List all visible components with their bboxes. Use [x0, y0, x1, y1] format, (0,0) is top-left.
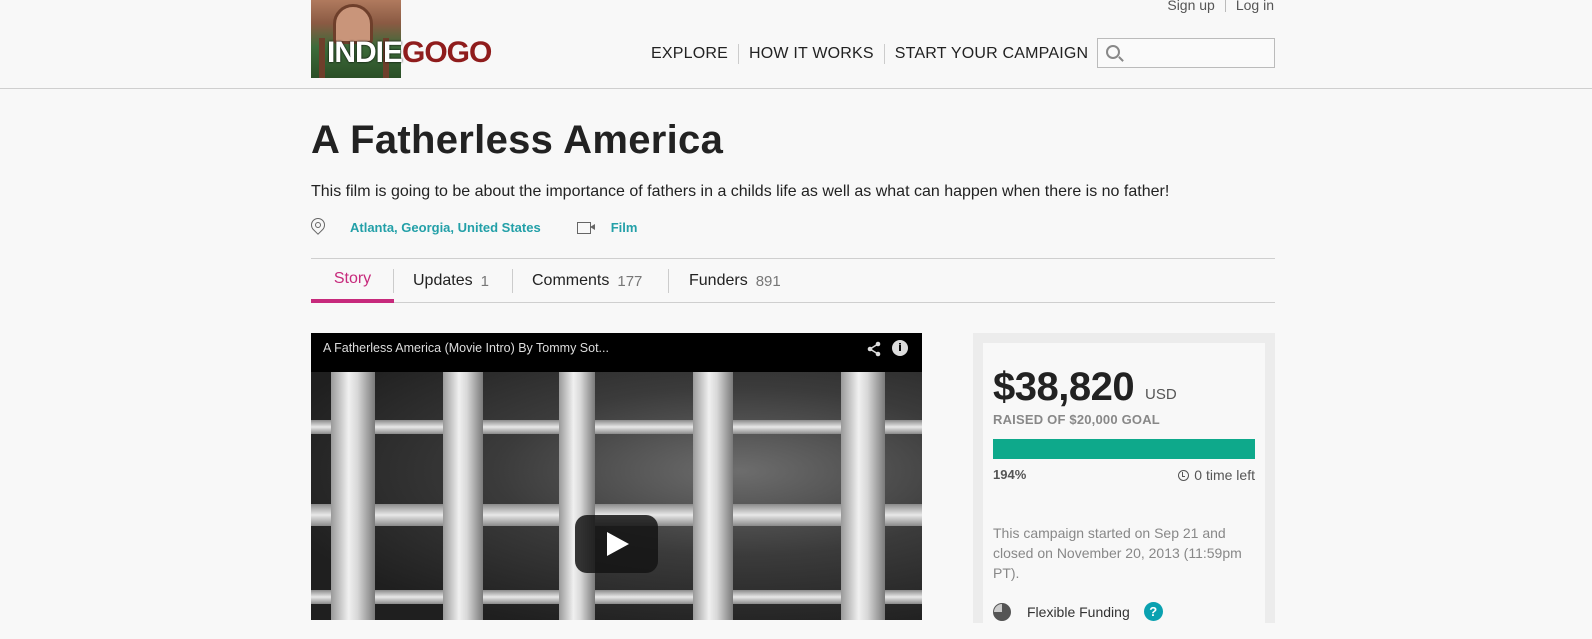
funding-card: $38,820 USD RAISED OF $20,000 GOAL 194% … [983, 343, 1265, 623]
logo-wordmark-part2: GOGO [402, 36, 492, 69]
nav-how-it-works[interactable]: HOW IT WORKS [749, 45, 874, 63]
tab-story[interactable]: Story [311, 259, 394, 303]
progress-bar [993, 439, 1255, 459]
divider [738, 44, 739, 64]
site-header: INDIEGOGO Sign up Log in EXPLORE HOW IT … [0, 0, 1592, 89]
signup-link[interactable]: Sign up [1167, 0, 1214, 13]
time-left-label: 0 time left [1194, 467, 1255, 483]
tab-funders[interactable]: Funders 891 [689, 259, 781, 303]
video-bar-graphic [841, 372, 885, 620]
video-bar-graphic [559, 372, 595, 620]
divider [393, 269, 394, 293]
help-icon[interactable]: ? [1143, 602, 1163, 621]
tab-count: 177 [617, 272, 643, 290]
campaign-tagline: This film is going to be about the impor… [311, 183, 1170, 200]
divider [668, 269, 669, 293]
video-player[interactable]: A Fatherless America (Movie Intro) By To… [311, 333, 922, 620]
divider [1224, 0, 1226, 12]
divider [512, 269, 513, 293]
divider [883, 44, 885, 64]
search-input[interactable] [1126, 42, 1266, 64]
logo-wordmark[interactable]: INDIEGOGO [327, 36, 492, 70]
tab-label: Comments [532, 272, 610, 289]
percent-funded: 194% [993, 467, 1027, 482]
video-camera-icon [576, 221, 595, 234]
location-pin-icon [311, 218, 325, 236]
search-icon[interactable] [1106, 45, 1120, 59]
logo-wordmark-part1: INDIE [327, 36, 403, 69]
tab-label: Funders [689, 272, 748, 289]
tab-label: Story [333, 270, 372, 287]
funding-panel: $38,820 USD RAISED OF $20,000 GOAL 194% … [973, 333, 1275, 623]
share-icon[interactable] [866, 341, 882, 357]
video-bar-graphic [443, 372, 483, 620]
time-left: 0 time left [1178, 467, 1255, 483]
pie-chart-icon [993, 602, 1011, 621]
tab-count: 891 [755, 272, 781, 290]
goal-text: RAISED OF $20,000 GOAL [993, 412, 1160, 427]
campaign-tabs: Story Updates 1 Comments 177 Funders 891 [311, 258, 1275, 303]
login-link[interactable]: Log in [1236, 0, 1274, 13]
video-bar-graphic [311, 590, 922, 604]
funding-type: Flexible Funding ? [993, 602, 1163, 621]
nav-start-campaign[interactable]: START YOUR CAMPAIGN [895, 45, 1088, 63]
campaign-title: A Fatherless America [311, 118, 724, 162]
campaign-dates: This campaign started on Sep 21 and clos… [993, 525, 1242, 581]
progress-fill [993, 439, 1255, 459]
info-icon[interactable]: i [892, 340, 908, 356]
video-bar-graphic [331, 372, 375, 620]
video-bar-graphic [311, 420, 922, 434]
tab-label: Updates [413, 272, 473, 289]
play-button[interactable] [575, 515, 658, 573]
account-links: Sign up Log in [1167, 0, 1274, 13]
video-frame [311, 372, 922, 620]
main-nav: EXPLORE HOW IT WORKS START YOUR CAMPAIGN [651, 44, 1088, 64]
logo-pillar [319, 38, 325, 78]
clock-icon [1178, 469, 1190, 481]
video-title-bar: A Fatherless America (Movie Intro) By To… [311, 333, 922, 372]
tab-count: 1 [480, 272, 489, 290]
nav-explore[interactable]: EXPLORE [651, 45, 728, 63]
currency-label: USD [1145, 386, 1177, 403]
category-link[interactable]: Film [611, 220, 638, 235]
search-box[interactable] [1097, 38, 1275, 68]
campaign-meta: Atlanta, Georgia, United States Film [311, 218, 637, 236]
video-title[interactable]: A Fatherless America (Movie Intro) By To… [323, 341, 609, 355]
video-bar-graphic [693, 372, 733, 620]
location-link[interactable]: Atlanta, Georgia, United States [350, 220, 541, 235]
tab-updates[interactable]: Updates 1 [413, 259, 489, 303]
funding-type-label: Flexible Funding [1027, 603, 1130, 620]
tab-comments[interactable]: Comments 177 [532, 259, 642, 303]
amount-raised: $38,820 [993, 365, 1135, 409]
